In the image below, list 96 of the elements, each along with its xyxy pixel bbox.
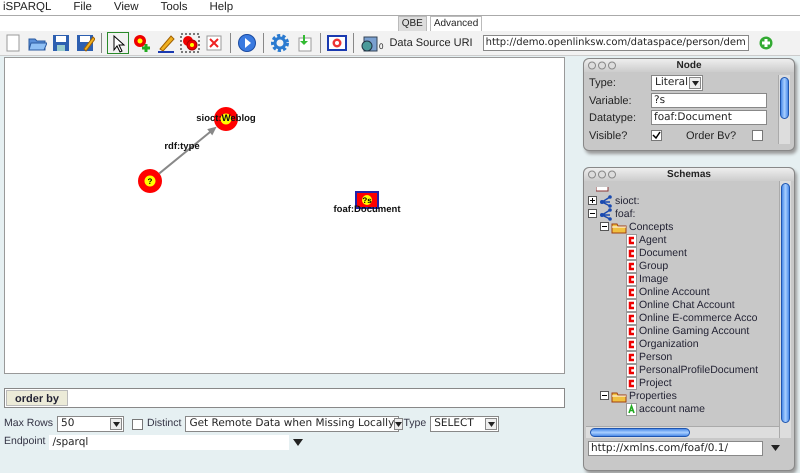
tree-item[interactable]: Organization <box>639 336 699 352</box>
palette-title: Node <box>676 60 702 71</box>
field-label: Variable: <box>589 94 633 108</box>
field-label: Order Bv? <box>686 128 736 144</box>
order-by-field[interactable]: order by <box>4 388 565 408</box>
namespace-icon <box>599 208 613 221</box>
dropdown-icon[interactable] <box>395 422 402 426</box>
tree-item[interactable]: Concepts <box>629 220 674 236</box>
tree-item[interactable]: Document <box>639 246 687 262</box>
group-nodes-icon[interactable] <box>179 32 201 54</box>
class-icon <box>626 377 637 390</box>
tree-item[interactable]: Properties <box>629 388 677 404</box>
data-source-field[interactable]: http://demo.openlinksw.com/dataspace/person/dem <box>482 35 749 51</box>
save-icon[interactable] <box>50 32 72 54</box>
tree-item[interactable]: Agent <box>639 232 666 248</box>
max-rows-select[interactable]: 50 <box>57 416 124 432</box>
dropdown-icon[interactable] <box>488 422 495 426</box>
class-icon <box>626 299 637 312</box>
edge-label: rdf:type <box>164 141 200 152</box>
vertical-scrollbar[interactable] <box>779 181 791 438</box>
dropdown-icon[interactable] <box>112 422 120 426</box>
edge-arrow[interactable] <box>158 126 217 174</box>
variable-field[interactable]: ?s <box>651 92 767 108</box>
tab[interactable]: Advanced <box>430 16 482 31</box>
tree-item[interactable]: Project <box>639 376 672 392</box>
field-label: Data Source URI <box>389 36 473 51</box>
horizontal-scrollbar[interactable] <box>586 426 779 438</box>
class-icon <box>626 234 637 247</box>
tree-item[interactable]: Person <box>639 350 672 366</box>
class-icon <box>626 247 637 260</box>
class-icon <box>626 338 637 351</box>
tree-item[interactable]: PersonalProfileDocument <box>639 362 758 378</box>
distinct-checkbox[interactable] <box>132 418 144 430</box>
save-as-icon[interactable] <box>74 32 96 54</box>
tree-item[interactable]: sioct: <box>615 194 640 210</box>
order-by-checkbox[interactable] <box>752 130 764 142</box>
graph-node[interactable] <box>138 169 162 193</box>
menu-item[interactable]: iSPARQL <box>3 0 52 15</box>
tree-item[interactable]: Online Gaming Account <box>639 324 750 340</box>
field-label: Distinct <box>147 416 182 432</box>
add-icon[interactable] <box>758 36 773 50</box>
tree-item[interactable]: account name <box>639 402 705 418</box>
type-select[interactable]: Literal <box>651 75 703 91</box>
field-label: Type: <box>589 76 617 91</box>
tree-item[interactable]: Online E-commerce Acco <box>639 310 758 326</box>
add-node-icon[interactable] <box>131 32 153 54</box>
menu-item[interactable]: Tools <box>160 0 188 15</box>
menu-item[interactable]: View <box>114 0 139 15</box>
folder-icon <box>611 222 627 234</box>
source-count: 0 <box>379 41 384 53</box>
field-label: Visible? <box>589 128 628 144</box>
gear-icon[interactable] <box>269 32 291 54</box>
lifebuoy-icon[interactable] <box>326 32 348 54</box>
class-icon <box>626 364 637 377</box>
tree-item[interactable]: Online Account <box>639 284 710 300</box>
namespace-uri-field[interactable]: http://xmlns.com/foaf/0.1/ <box>588 440 763 456</box>
tree-item[interactable]: Group <box>639 258 668 274</box>
collapse-icon[interactable] <box>600 222 609 232</box>
datatype-field[interactable]: foaf:Document <box>651 110 767 125</box>
dropdown-icon[interactable] <box>771 445 780 452</box>
node-label: foaf:Document <box>333 204 401 215</box>
class-icon <box>626 286 637 299</box>
collapse-icon[interactable] <box>600 391 609 400</box>
palette-title: Schemas <box>667 169 711 180</box>
collapse-icon[interactable] <box>588 209 597 218</box>
field-label: Endpoint <box>4 434 46 450</box>
play-icon[interactable] <box>236 32 258 54</box>
tab[interactable]: QBE <box>398 16 427 31</box>
menu-item[interactable]: Help <box>209 0 234 15</box>
dropdown-icon[interactable] <box>692 80 698 86</box>
pointer-icon[interactable] <box>107 32 129 54</box>
class-icon <box>626 312 637 325</box>
expand-icon[interactable] <box>588 196 597 206</box>
class-icon <box>626 325 637 338</box>
visible-checkbox[interactable] <box>651 130 662 142</box>
field-label: Max Rows <box>4 416 54 432</box>
field-label: Type <box>403 416 426 432</box>
vertical-scrollbar[interactable] <box>778 75 790 144</box>
node-variable: ? <box>148 177 152 186</box>
property-icon <box>626 403 637 416</box>
dropdown-icon[interactable] <box>293 438 304 446</box>
tree-item[interactable]: foaf: <box>615 206 636 222</box>
class-icon <box>626 260 637 273</box>
node-variable: ?s <box>362 196 372 205</box>
namespace-icon <box>599 195 613 208</box>
folder-icon <box>611 390 627 402</box>
tree-item[interactable]: Online Chat Account <box>639 298 735 314</box>
endpoint-field[interactable]: /sparql <box>49 434 290 450</box>
folder-icon <box>596 186 610 192</box>
menu-item[interactable]: File <box>73 0 92 15</box>
query-type-select[interactable]: SELECT <box>430 416 500 432</box>
field-label: Datatype: <box>589 111 638 126</box>
tree-item[interactable]: Image <box>639 272 668 288</box>
class-icon <box>626 273 637 286</box>
order-by-button[interactable]: order by <box>6 390 68 406</box>
class-icon <box>626 351 637 364</box>
